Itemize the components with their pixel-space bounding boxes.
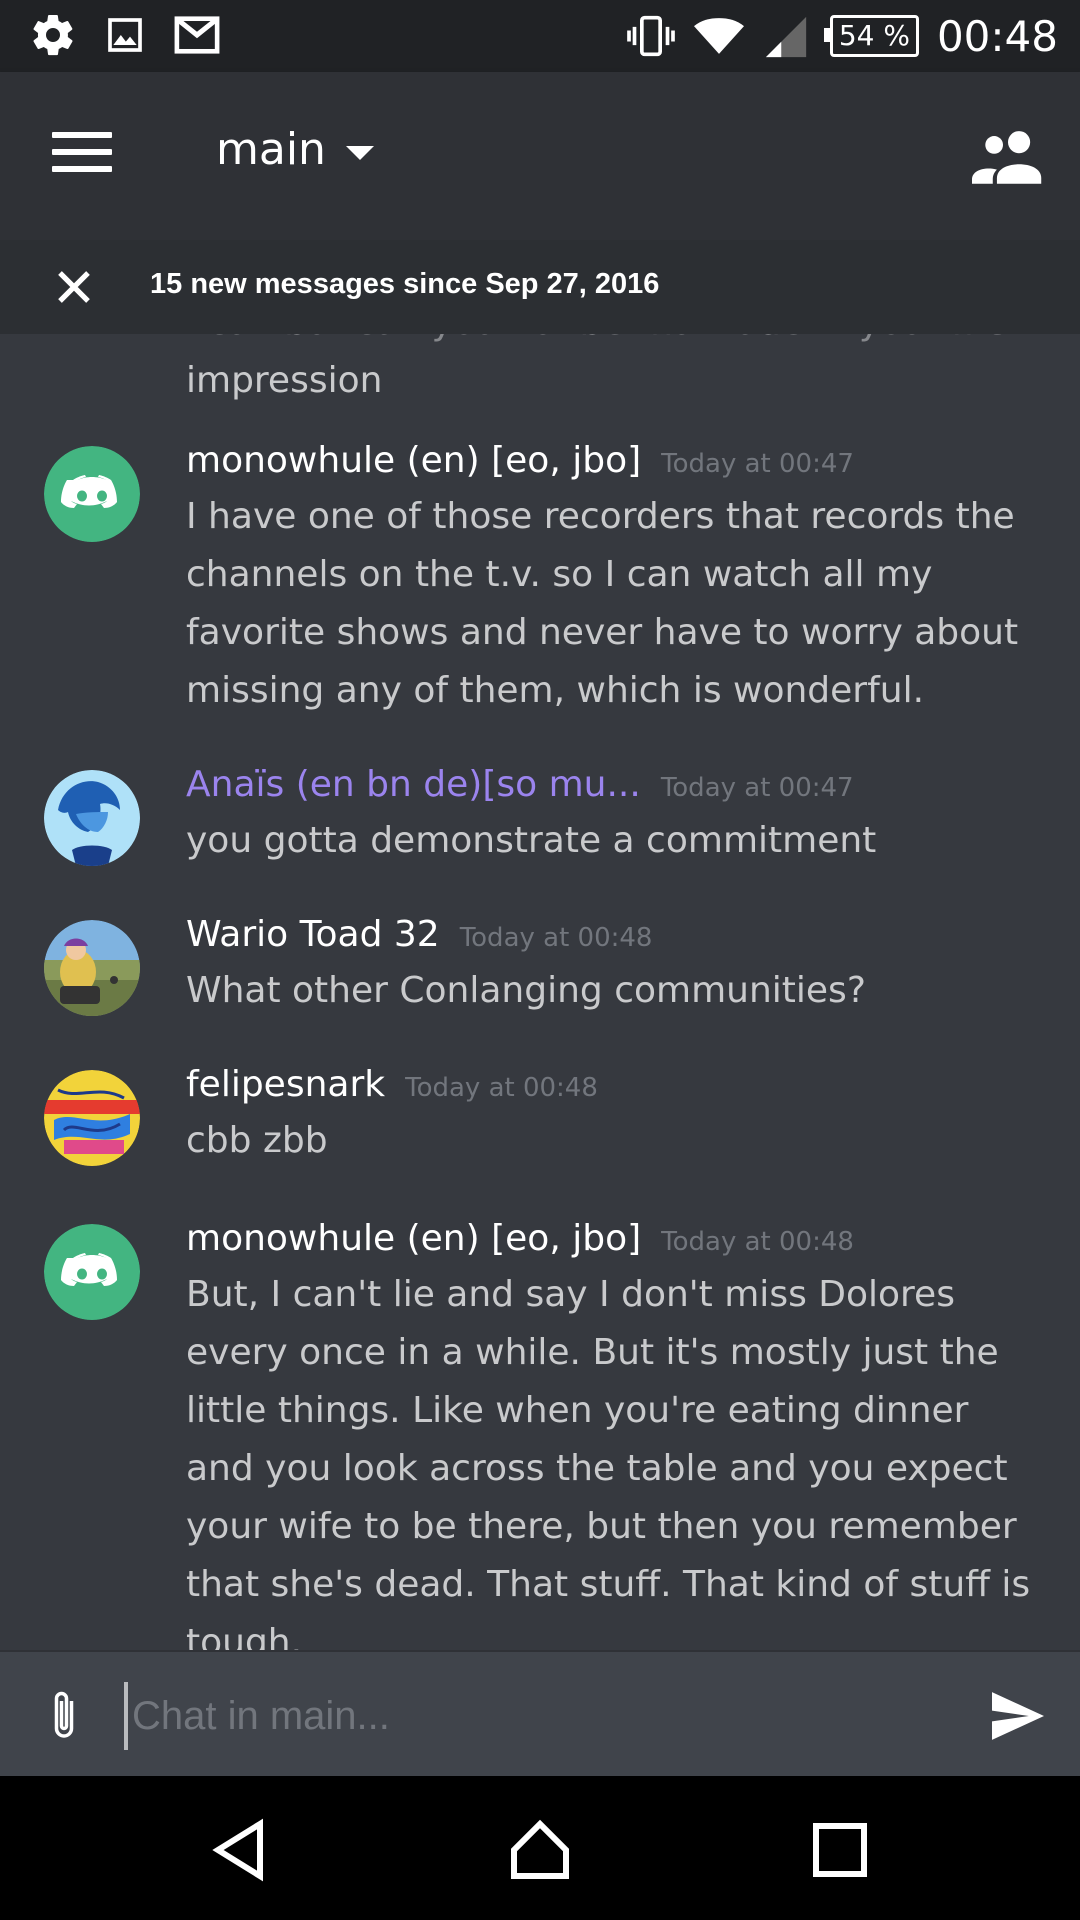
- paperclip-icon[interactable]: [44, 1686, 84, 1746]
- avatar[interactable]: [44, 920, 140, 1016]
- message-author[interactable]: Anaïs (en bn de)[so mu... Today at 00:47: [186, 764, 854, 805]
- gear-icon: [28, 10, 78, 60]
- members-icon[interactable]: [972, 128, 1044, 184]
- avatar[interactable]: [44, 446, 140, 542]
- channel-title: main: [216, 124, 326, 175]
- message-author[interactable]: felipesnark Today at 00:48: [186, 1064, 598, 1105]
- message-text: What other Conlanging communities?: [186, 970, 866, 1011]
- avatar[interactable]: [44, 1224, 140, 1320]
- avatar-image: [44, 770, 140, 866]
- message-text: But, I can't lie and say I don't miss Do…: [186, 1274, 1031, 1650]
- message-timestamp: Today at 00:47: [661, 449, 854, 479]
- message-timestamp: Today at 00:48: [405, 1073, 598, 1103]
- status-bar: 54 % 00:48: [0, 0, 1080, 72]
- chat-input[interactable]: [124, 1682, 974, 1750]
- back-icon[interactable]: [208, 1818, 272, 1882]
- message-text: you gotta demonstrate a commitment: [186, 820, 877, 861]
- message-author[interactable]: Wario Toad 32 Today at 00:48: [186, 914, 652, 955]
- message-text: cbb zbb: [186, 1120, 328, 1161]
- recents-icon[interactable]: [808, 1818, 872, 1882]
- wifi-icon: [693, 11, 744, 61]
- message-text: impression: [186, 360, 383, 401]
- vibrate-icon: [626, 11, 676, 61]
- app-header: main: [0, 72, 1080, 240]
- gmail-icon: [172, 10, 222, 60]
- send-icon[interactable]: [992, 1692, 1044, 1740]
- android-nav-bar: [0, 1776, 1080, 1920]
- message-author[interactable]: monowhule (en) [eo, jbo] Today at 00:47: [186, 440, 854, 481]
- message-timestamp: Today at 00:48: [661, 1227, 854, 1257]
- message-text: I have one of those recorders that recor…: [186, 496, 1019, 711]
- channel-selector[interactable]: main: [216, 124, 374, 175]
- home-icon[interactable]: [508, 1818, 572, 1882]
- message-timestamp: Today at 00:48: [459, 923, 653, 953]
- message-timestamp: Today at 00:47: [660, 773, 854, 803]
- discord-logo-icon: [44, 446, 140, 542]
- discord-logo-icon: [44, 1224, 140, 1320]
- battery-indicator: 54 %: [823, 15, 919, 57]
- new-messages-bar[interactable]: 15 new messages since Sep 27, 2016: [0, 240, 1080, 334]
- message-list[interactable]: I can but can you not be that rude in yo…: [0, 334, 1080, 1650]
- message-composer: [0, 1650, 1080, 1778]
- avatar-image: [44, 1070, 140, 1166]
- close-icon[interactable]: [54, 267, 94, 307]
- hamburger-menu-icon[interactable]: [52, 132, 112, 180]
- message-partial-line: I can but can you not be that rude in yo…: [186, 334, 1036, 352]
- signal-icon: [762, 11, 812, 61]
- status-clock: 00:48: [936, 11, 1058, 61]
- avatar[interactable]: [44, 1070, 140, 1166]
- dropdown-caret-icon: [345, 145, 374, 160]
- avatar-image: [44, 920, 140, 1016]
- new-messages-text: 15 new messages since Sep 27, 2016: [150, 268, 660, 300]
- message-author[interactable]: monowhule (en) [eo, jbo] Today at 00:48: [186, 1218, 854, 1259]
- image-icon: [100, 10, 150, 60]
- avatar[interactable]: [44, 770, 140, 866]
